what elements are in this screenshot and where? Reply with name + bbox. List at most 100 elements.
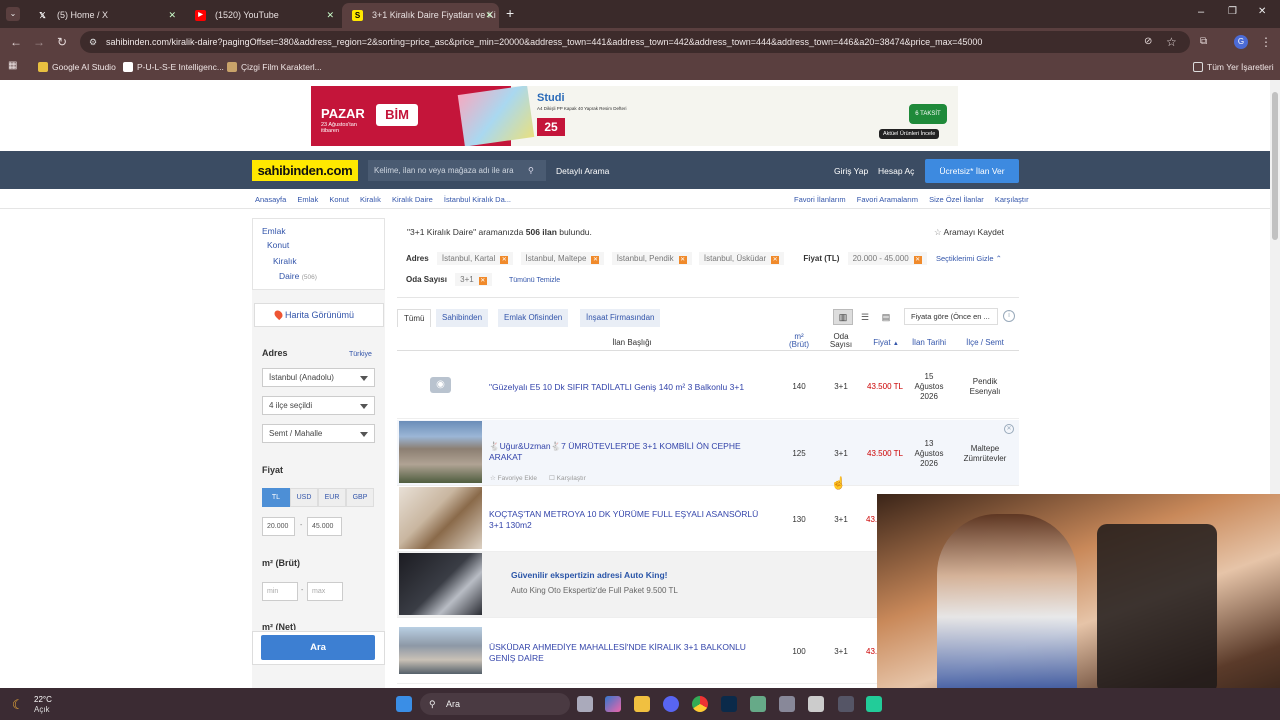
taskbar-search[interactable]: ⚲ Ara [420,693,570,715]
reload-icon[interactable]: ↻ [57,35,67,49]
bookmark-star-icon[interactable]: ☆ [1166,35,1177,49]
favorite-searches-link[interactable]: Favori Aramalarım [857,195,918,204]
listing-title[interactable]: "Güzelyalı E5 10 Dk SIFIR TADİLATLI Geni… [489,382,774,393]
price-min-input[interactable]: 20.000 [262,517,295,536]
remove-icon[interactable]: ✕ [591,256,600,264]
filter-chip[interactable]: İstanbul, Üsküdar ✕ [698,252,785,265]
site-info-icon[interactable]: ⚙ [89,31,97,53]
site-logo[interactable]: sahibinden.com [252,160,358,181]
col-date[interactable]: İlan Tarihi [906,338,952,347]
listing-title[interactable]: 🐇Uğur&Uzman🐇7 ÜMRÜTEVLER'DE 3+1 KOMBİLİ … [489,441,774,463]
forward-icon[interactable]: → [33,35,45,49]
tab-sahibinden[interactable]: S 3+1 Kiralık Daire Fiyatları ve Ki ✕ [342,3,499,28]
register-link[interactable]: Hesap Aç [878,166,914,176]
close-icon[interactable]: ✕ [1004,424,1014,434]
filter-chip[interactable]: İstanbul, Maltepe ✕ [520,252,605,265]
minimize-icon[interactable]: – [1198,6,1204,18]
country-link[interactable]: Türkiye [349,351,372,358]
listing-photo[interactable] [399,627,482,674]
tab-owner[interactable]: Sahibinden [436,309,489,327]
compact-view-icon[interactable]: ▤ [878,309,894,325]
close-tab-icon[interactable]: ✕ [326,3,334,28]
app-icon[interactable] [808,696,824,712]
apps-icon[interactable]: ▦ [8,60,17,71]
compare-link[interactable]: Karşılaştır [995,195,1029,204]
login-link[interactable]: Giriş Yap [834,166,868,176]
compare-checkbox[interactable]: ☐ Karşılaştır [549,474,586,482]
apply-search-button[interactable]: Ara [261,635,375,660]
weather-temp[interactable]: 22°C [34,695,52,704]
category-daire[interactable]: Daire (506) [279,271,317,281]
ad-title[interactable]: Güvenilir ekspertizin adresi Auto King! [511,570,668,580]
start-icon[interactable] [396,696,412,712]
listing-photo[interactable] [399,487,482,549]
filter-chip[interactable]: İstanbul, Pendik ✕ [611,252,692,265]
ad-photo[interactable] [399,553,482,615]
filter-chip[interactable]: 20.000 - 45.000 ✕ [847,252,927,265]
weather-icon[interactable]: ☾ [12,697,24,713]
profile-avatar[interactable]: G [1234,35,1248,49]
hide-selected-toggle[interactable]: Seçtiklerimi Gizle ⌃ [936,254,1002,263]
city-select[interactable]: İstanbul (Anadolu) [262,368,375,387]
info-icon[interactable]: i [1003,310,1015,322]
favorite-listings-link[interactable]: Favori İlanlarım [794,195,846,204]
add-favorite[interactable]: ☆ Favoriye Ekle [490,474,537,482]
price-max-input[interactable]: 45.000 [307,517,342,536]
district-select[interactable]: 4 ilçe seçildi [262,396,375,415]
site-search-input[interactable]: Kelime, ilan no veya mağaza adı ile ara … [368,160,546,181]
sort-select[interactable]: Fiyata göre (Önce en ... [904,308,998,325]
extensions-icon[interactable]: ⧉ [1200,35,1207,49]
remove-icon[interactable]: ✕ [771,256,780,264]
col-price[interactable]: Fiyat ▲ [866,338,906,347]
remove-icon[interactable]: ✕ [478,277,487,285]
task-view-icon[interactable] [577,696,593,712]
search-icon[interactable]: ⚲ [528,160,534,181]
grid-view-icon[interactable]: ▥ [833,309,853,325]
listing-photo[interactable] [399,421,482,483]
breadcrumb-item[interactable]: Konut [329,195,349,204]
back-icon[interactable]: ← [10,35,22,49]
tab-search-icon[interactable]: ⌄ [6,7,20,21]
app-icon[interactable] [750,696,766,712]
tab-youtube[interactable]: ▶ (1520) YouTube ✕ [185,3,340,28]
bookmark-google-ai-studio[interactable]: Google AI Studio [38,62,116,72]
filter-chip[interactable]: İstanbul, Kartal ✕ [436,252,514,265]
post-ad-button[interactable]: Ücretsiz* İlan Ver [925,159,1019,183]
map-view-button[interactable]: Harita Görünümü [254,303,384,327]
breadcrumb-item[interactable]: Kiralık Daire [392,195,433,204]
col-m2[interactable]: m² (Brüt) [784,333,814,349]
new-tab-button[interactable]: + [506,5,514,21]
breadcrumb-item[interactable]: Emlak [297,195,318,204]
currency-usd-button[interactable]: USD [290,488,318,507]
currency-eur-button[interactable]: EUR [318,488,346,507]
remove-icon[interactable]: ✕ [913,256,922,264]
category-emlak[interactable]: Emlak [262,226,286,236]
save-search-link[interactable]: ☆ Aramayı Kaydet [934,227,1004,238]
ad-banner[interactable]: PAZAR 23 Ağustos'tan itibaren BİM Studi … [311,86,958,146]
tab-all[interactable]: Tümü [397,309,432,327]
app-icon[interactable] [866,696,882,712]
tab-x[interactable]: 𝕏 (5) Home / X ✕ [27,3,182,28]
close-tab-icon[interactable]: ✕ [485,3,493,28]
filter-chip[interactable]: 3+1 ✕ [455,273,492,286]
breadcrumb-item[interactable]: Kiralık [360,195,381,204]
clear-all-link[interactable]: Tümünü Temizle [509,277,560,284]
currency-gbp-button[interactable]: GBP [346,488,374,507]
chrome-icon[interactable] [692,696,708,712]
photoshop-icon[interactable] [721,696,737,712]
all-bookmarks[interactable]: Tüm Yer İşaretleri [1193,62,1274,72]
close-tab-icon[interactable]: ✕ [168,3,176,28]
remove-icon[interactable]: ✕ [678,256,687,264]
close-window-icon[interactable]: ✕ [1258,6,1266,17]
tab-agency[interactable]: Emlak Ofisinden [498,309,569,327]
m2-max-input[interactable]: max [307,582,343,601]
scrollbar-thumb[interactable] [1272,92,1278,240]
bookmark-pulse[interactable]: P-U-L-S-E Intelligenc... [123,62,224,72]
col-rooms[interactable]: Oda Sayısı [826,333,856,349]
neighborhood-select[interactable]: Semt / Mahalle [262,424,375,443]
currency-tl-button[interactable]: TL [262,488,290,507]
category-konut[interactable]: Konut [267,240,289,250]
listing-title[interactable]: KOÇTAŞ'TAN METROYA 10 DK YÜRÜME FULL EŞY… [489,509,774,531]
category-kiralik[interactable]: Kiralık [273,256,297,266]
tab-construction[interactable]: İnşaat Firmasından [580,309,661,327]
